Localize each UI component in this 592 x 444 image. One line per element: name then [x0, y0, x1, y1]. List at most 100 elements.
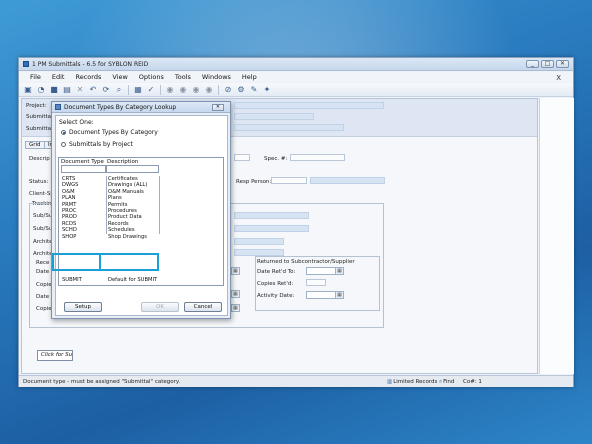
tab-grid[interactable]: Grid	[25, 141, 45, 149]
attach-icon[interactable]: ▦	[133, 85, 143, 95]
calendar-icon[interactable]: ▦	[231, 291, 239, 297]
cancel-button[interactable]: Cancel	[184, 302, 222, 312]
open-icon[interactable]: ◔	[36, 85, 46, 95]
status-bar: Document type - must be assigned "Submit…	[19, 375, 573, 387]
menu-records[interactable]: Records	[75, 73, 101, 81]
setup-button[interactable]: Setup	[64, 302, 102, 312]
copies-label-2: Copie	[36, 306, 52, 312]
architect-label-2: Archite	[33, 251, 53, 257]
cell-document-type: SHOP	[62, 233, 77, 240]
description-field[interactable]	[234, 154, 250, 161]
date-retd-label: Date Ret'd To:	[257, 269, 296, 275]
radio-button[interactable]	[61, 142, 66, 147]
menu-file[interactable]: File	[30, 73, 41, 81]
architect-label: Archite	[33, 239, 53, 245]
cell-description: Shop Drawings	[108, 233, 147, 240]
description-label: Descrip	[29, 156, 50, 162]
maximize-button[interactable]: □	[541, 60, 554, 68]
edit-icon[interactable]: ✎	[249, 85, 259, 95]
calendar-icon[interactable]: ▦	[335, 292, 343, 298]
print-icon[interactable]: ▤	[62, 85, 72, 95]
spec-label: Spec. #:	[264, 156, 288, 162]
menu-tools[interactable]: Tools	[175, 73, 191, 81]
toolbar-separator	[218, 84, 219, 95]
menu-view[interactable]: View	[112, 73, 127, 81]
calendar-icon[interactable]: ▦	[335, 268, 343, 274]
menu-options[interactable]: Options	[139, 73, 164, 81]
copies-retd-label: Copies Ret'd:	[257, 281, 294, 287]
menu-edit[interactable]: Edit	[52, 73, 65, 81]
dialog-icon	[55, 104, 61, 110]
architect-field-2	[234, 249, 284, 256]
search-icon[interactable]: ⌕	[114, 85, 124, 95]
calendar-icon[interactable]: ▦	[231, 268, 239, 274]
ok-button[interactable]: OK	[141, 302, 179, 312]
architect-field	[234, 238, 284, 245]
limited-records-label: Limited Records	[393, 379, 438, 385]
project-label: Project:	[26, 103, 47, 109]
grid-rows: CRTS Certificates DWGS Drawings (ALL) O&M O&M…	[61, 176, 161, 240]
submittal-label-2: Submittal	[26, 126, 53, 132]
dialog-body: Select One: Document Types By Category S…	[55, 115, 228, 316]
menu-help[interactable]: Help	[242, 73, 257, 81]
filter-description-input[interactable]	[106, 165, 159, 173]
sub-supplier-field-2	[234, 225, 309, 232]
refresh-icon[interactable]: ⟳	[101, 85, 111, 95]
find-icon: ⌕	[439, 379, 443, 385]
new-icon[interactable]: ▣	[23, 85, 33, 95]
table-row-submit[interactable]: SUBMIT Default for SUBMIT	[61, 277, 165, 284]
radio-by-project-label: Submittals by Project	[69, 141, 133, 148]
highlight-callout	[99, 253, 159, 271]
radio-by-project[interactable]: Submittals by Project	[61, 141, 133, 148]
last-icon[interactable]: ◉	[204, 85, 214, 95]
radio-by-category-label: Document Types By Category	[69, 129, 158, 136]
find-label: Find	[443, 379, 455, 385]
resp-person-field[interactable]	[271, 177, 307, 184]
mdi-close-icon[interactable]: X	[556, 74, 561, 82]
toolbar-separator	[160, 84, 161, 95]
spec-field[interactable]	[290, 154, 345, 161]
sub-supplier-label-2: Sub/Su	[33, 226, 53, 232]
dialog-title-bar: Document Types By Category Lookup ✕	[52, 102, 230, 113]
menu-bar: File Edit Records View Options Tools Win…	[19, 72, 573, 82]
returned-title: Returned to Subcontractor/Supplier	[257, 259, 355, 265]
click-for-submittal-button[interactable]: Click for Su	[37, 350, 73, 361]
submittal-desc-field	[234, 124, 344, 131]
close-button[interactable]: ✕	[556, 60, 569, 68]
received-label: Rece	[36, 260, 50, 266]
prev-icon[interactable]: ◉	[178, 85, 188, 95]
submittal-label: Submittal	[26, 114, 53, 120]
table-row[interactable]: SHOP Shop Drawings	[61, 234, 161, 240]
date-label: Date	[36, 269, 50, 275]
save-icon[interactable]: ■	[49, 85, 59, 95]
status-message: Document type - must be assigned "Submit…	[23, 379, 181, 385]
filter-document-type-input[interactable]	[61, 165, 106, 173]
first-icon[interactable]: ◉	[165, 85, 175, 95]
delete-icon[interactable]: ✕	[75, 85, 85, 95]
calendar-icon[interactable]: ▦	[231, 305, 239, 311]
date-retd-field[interactable]: ▦	[306, 267, 344, 275]
radio-by-category[interactable]: Document Types By Category	[61, 129, 158, 136]
next-icon[interactable]: ◉	[191, 85, 201, 95]
activity-date-field[interactable]: ▦	[306, 291, 344, 299]
title-bar: 1 PM Submittals - 6.5 for SYBLON REID _ …	[19, 58, 573, 71]
radio-button-selected[interactable]	[61, 130, 66, 135]
tools-icon[interactable]: ⚙	[236, 85, 246, 95]
dialog-close-button[interactable]: ✕	[212, 104, 224, 111]
link-icon[interactable]: ⊘	[223, 85, 233, 95]
sub-supplier-field	[234, 212, 309, 219]
toolbar-separator	[128, 84, 129, 95]
select-one-label: Select One:	[59, 119, 94, 126]
document-types-lookup-dialog: Document Types By Category Lookup ✕ Sele…	[51, 101, 231, 319]
minimize-button[interactable]: _	[526, 60, 539, 68]
copies-retd-field[interactable]	[306, 279, 326, 286]
undo-icon[interactable]: ↶	[88, 85, 98, 95]
settings-icon[interactable]: ✦	[262, 85, 272, 95]
menu-windows[interactable]: Windows	[202, 73, 231, 81]
submittal-field	[234, 113, 314, 120]
status-label: Status:	[29, 179, 49, 185]
limited-records-indicator[interactable]: ▥Limited Records	[387, 378, 437, 386]
dialog-title: Document Types By Category Lookup	[64, 104, 177, 111]
find-indicator[interactable]: ⌕Find	[439, 378, 454, 386]
spellcheck-icon[interactable]: ✓	[146, 85, 156, 95]
